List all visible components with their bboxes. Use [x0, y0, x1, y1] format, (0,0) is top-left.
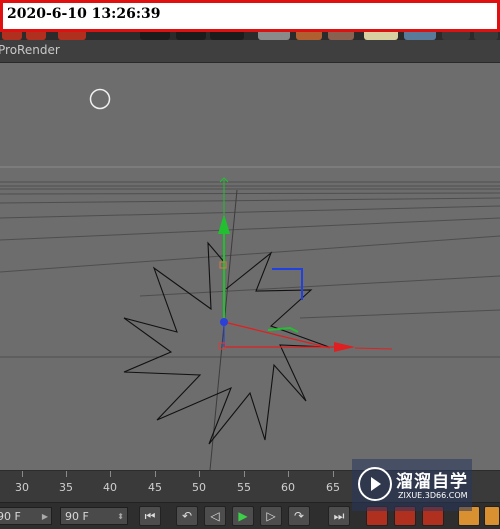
next-key-icon: ↷ [293, 509, 305, 523]
frame-start-value: 90 F [0, 510, 21, 523]
toolbar-button[interactable] [58, 32, 86, 40]
timeline-tick: 45 [148, 481, 162, 494]
x-axis-handle [223, 321, 331, 349]
toolbar-button[interactable] [442, 32, 470, 40]
prev-frame-icon: ◁ [210, 509, 220, 523]
timeline-tick: 65 [326, 481, 340, 494]
watermark: 溜溜自学 ZIXUE.3D66.COM [352, 459, 472, 511]
frame-start-field[interactable]: 90 F ▶ [0, 507, 52, 525]
timeline-tick: 40 [103, 481, 117, 494]
timeline-tick: 55 [237, 481, 251, 494]
prev-key-icon: ↶ [181, 509, 193, 523]
stepper-icon[interactable]: ⬍ [117, 508, 124, 526]
timestamp-text: 2020-6-10 13:26:39 [7, 6, 161, 22]
3d-viewport[interactable] [0, 63, 500, 470]
z-plane-handle [272, 268, 303, 300]
toolbar-button[interactable] [210, 32, 244, 40]
timestamp-overlay: 2020-6-10 13:26:39 [0, 0, 500, 32]
skip-end-icon: ⏭ [333, 509, 345, 523]
next-key-button[interactable]: ↷ [288, 506, 310, 526]
timeline-tick: 35 [59, 481, 73, 494]
viewport-scene [0, 88, 500, 470]
timeline-tick: 60 [281, 481, 295, 494]
x-axis-arrow [334, 342, 355, 352]
main-toolbar [0, 32, 500, 40]
prev-frame-button[interactable]: ◁ [204, 506, 226, 526]
scale-tool-button[interactable] [484, 506, 500, 526]
frame-end-value: 90 F [65, 510, 89, 523]
star-spline [123, 241, 330, 445]
toolbar-button[interactable] [328, 32, 354, 40]
toolbar-button[interactable] [364, 32, 398, 40]
toolbar-button[interactable] [176, 32, 206, 40]
light-object-icon [89, 88, 111, 110]
toolbar-button[interactable] [474, 32, 498, 40]
toolbar-button[interactable] [140, 32, 170, 40]
gizmo-center [220, 318, 228, 326]
go-to-end-button[interactable]: ⏭ [328, 506, 350, 526]
toolbar-button[interactable] [26, 32, 46, 40]
stepper-icon[interactable]: ▶ [42, 508, 48, 526]
frame-end-field[interactable]: 90 F ⬍ [60, 507, 128, 525]
prev-key-button[interactable]: ↶ [176, 506, 198, 526]
play-icon: ▶ [238, 509, 248, 523]
toolbar-button[interactable] [2, 32, 22, 40]
watermark-brand: 溜溜自学 [396, 472, 468, 492]
watermark-url: ZIXUE.3D66.COM [398, 491, 468, 500]
timeline-tick: 30 [15, 481, 29, 494]
y-axis-arrow [218, 214, 230, 234]
x-axis-guide [354, 347, 393, 350]
viewport-menu-prorender[interactable]: ProRender [0, 43, 60, 57]
next-frame-button[interactable]: ▷ [260, 506, 282, 526]
toolbar-button[interactable] [258, 32, 290, 40]
next-frame-icon: ▷ [266, 509, 276, 523]
play-button[interactable]: ▶ [232, 506, 254, 526]
toolbar-button[interactable] [404, 32, 436, 40]
viewport-menubar: ProRender [0, 40, 500, 63]
toolbar-button[interactable] [296, 32, 322, 40]
timeline-tick: 50 [192, 481, 206, 494]
play-logo-icon [358, 467, 392, 501]
skip-start-icon: ⏮ [144, 509, 156, 523]
go-to-start-button[interactable]: ⏮ [139, 506, 161, 526]
